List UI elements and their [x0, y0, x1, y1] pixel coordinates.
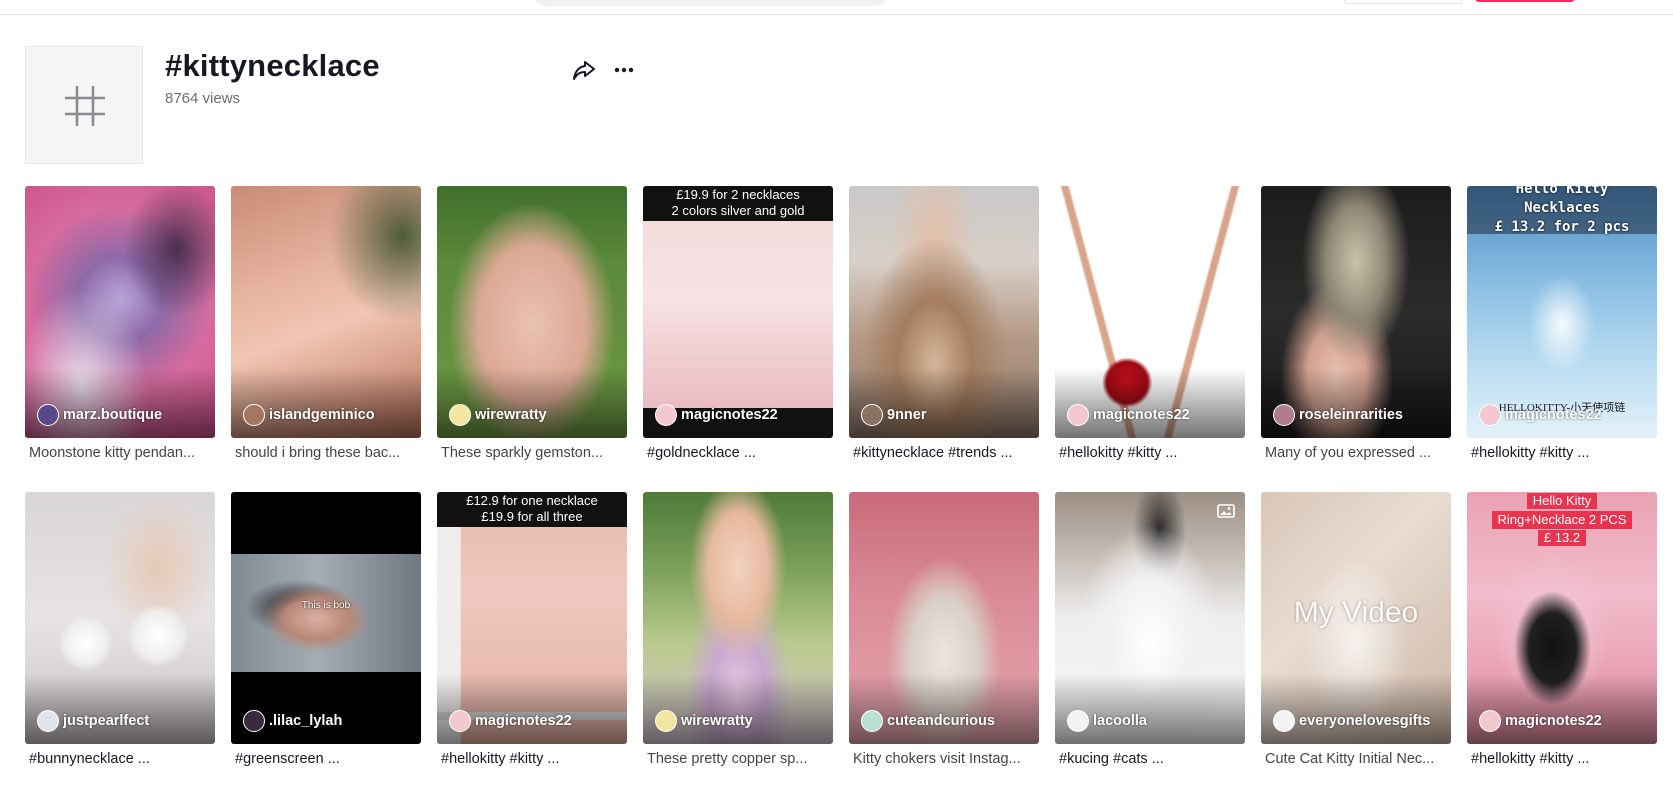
avatar [655, 710, 677, 732]
video-caption[interactable]: Cute Cat Kitty Initial Nec... [1265, 751, 1451, 767]
video-caption[interactable]: #kittynecklace #trends ... [853, 445, 1039, 461]
author-name[interactable]: magicnotes22 [1505, 713, 1602, 729]
overlay-text: My Video [1293, 596, 1419, 629]
avatar [861, 710, 883, 732]
avatar [243, 404, 265, 426]
author-name[interactable]: magicnotes22 [475, 713, 572, 729]
avatar [1273, 710, 1295, 732]
video-thumbnail[interactable]: Hello Kitty Ring+Necklace 2 PCS £ 13.2 m… [1467, 492, 1657, 744]
search-input[interactable] [532, 0, 888, 6]
video-thumbnail[interactable]: magicnotes22 [1055, 186, 1245, 438]
video-thumbnail[interactable]: lacoolla [1055, 492, 1245, 744]
share-button[interactable] [570, 56, 598, 84]
overlay-text: £19.9 for 2 necklaces [676, 187, 800, 202]
overlay-text: Ring+Necklace 2 PCS [1491, 511, 1633, 529]
avatar [1479, 710, 1501, 732]
video-thumbnail[interactable]: 9nner [849, 186, 1039, 438]
video-thumbnail[interactable]: roseleinrarities [1261, 186, 1451, 438]
more-options-button[interactable] [610, 56, 638, 84]
avatar [861, 404, 883, 426]
author-name[interactable]: magicnotes22 [681, 407, 778, 423]
overlay-text: This is bob [301, 600, 351, 611]
author-name[interactable]: justpearlfect [63, 713, 149, 729]
video-caption[interactable]: #hellokitty #kitty ... [1471, 445, 1657, 461]
share-icon [573, 61, 595, 80]
hashtag-icon [65, 86, 105, 126]
video-thumbnail[interactable]: marz.boutique [25, 186, 215, 438]
author-name[interactable]: 9nner [887, 407, 927, 423]
author-name[interactable]: magicnotes22 [1093, 407, 1190, 423]
video-caption[interactable]: These pretty copper sp... [647, 751, 833, 767]
overlay-text: Hello Kitty [1515, 186, 1609, 197]
author-name[interactable]: roseleinrarities [1299, 407, 1403, 423]
avatar [1273, 404, 1295, 426]
video-caption[interactable]: #hellokitty #kitty ... [1471, 751, 1657, 767]
more-icon [614, 67, 634, 73]
overlay-text: £ 13.2 [1537, 530, 1587, 546]
video-caption[interactable]: #greenscreen ... [235, 751, 421, 767]
overlay-text: £ 13.2 for 2 pcs [1494, 219, 1630, 235]
video-caption[interactable]: #hellokitty #kitty ... [1059, 445, 1245, 461]
video-thumbnail[interactable]: cuteandcurious [849, 492, 1039, 744]
video-caption[interactable]: #hellokitty #kitty ... [441, 751, 627, 767]
author-name[interactable]: wirewratty [681, 713, 753, 729]
avatar [655, 404, 677, 426]
photo-icon [1217, 504, 1235, 518]
video-caption[interactable]: These sparkly gemston... [441, 445, 627, 461]
author-name[interactable]: marz.boutique [63, 407, 162, 423]
hashtag-header: #kittynecklace 8764 views [25, 46, 925, 166]
video-thumbnail[interactable]: justpearlfect [25, 492, 215, 744]
author-name[interactable]: magicnotes22 [1505, 407, 1602, 423]
video-caption[interactable]: Many of you expressed ... [1265, 445, 1451, 461]
overlay-text: £12.9 for one necklace [466, 493, 598, 508]
top-navigation-bar [0, 0, 1673, 15]
video-caption[interactable]: #bunnynecklace ... [29, 751, 215, 767]
video-caption[interactable]: Moonstone kitty pendan... [29, 445, 215, 461]
video-caption[interactable]: should i bring these bac... [235, 445, 421, 461]
avatar [449, 404, 471, 426]
video-caption[interactable]: Kitty chokers visit Instag... [853, 751, 1039, 767]
video-caption[interactable]: #kucing #cats ... [1059, 751, 1245, 767]
avatar [1067, 404, 1089, 426]
video-thumbnail[interactable]: My Video everyonelovesgifts [1261, 492, 1451, 744]
avatar [243, 710, 265, 732]
author-name[interactable]: .lilac_lylah [269, 713, 342, 729]
overlay-text: Necklaces [1524, 200, 1600, 216]
overlay-text: Hello Kitty [1526, 493, 1598, 509]
overlay-text: £19.9 for all three [481, 509, 583, 524]
author-name[interactable]: wirewratty [475, 407, 547, 423]
video-caption[interactable]: #goldnecklace ... [647, 445, 833, 461]
avatar [37, 404, 59, 426]
author-name[interactable]: lacoolla [1093, 713, 1147, 729]
video-thumbnail[interactable]: This is bob .lilac_lylah [231, 492, 421, 744]
video-thumbnail[interactable]: islandgeminico [231, 186, 421, 438]
author-name[interactable]: cuteandcurious [887, 713, 995, 729]
video-thumbnail[interactable]: wirewratty [437, 186, 627, 438]
avatar [449, 710, 471, 732]
video-thumbnail[interactable]: wirewratty [643, 492, 833, 744]
view-count: 8764 views [165, 90, 241, 107]
video-thumbnail[interactable]: £12.9 for one necklace £19.9 for all thr… [437, 492, 627, 744]
overlay-text: 2 colors silver and gold [671, 203, 805, 218]
video-thumbnail[interactable]: Hello Kitty Necklaces £ 13.2 for 2 pcs H… [1467, 186, 1657, 438]
avatar [37, 710, 59, 732]
page-title: #kittynecklace [165, 48, 380, 83]
author-name[interactable]: islandgeminico [269, 407, 375, 423]
avatar [1479, 404, 1501, 426]
login-button[interactable] [1475, 0, 1575, 2]
video-thumbnail[interactable]: £19.9 for 2 necklaces 2 colors silver an… [643, 186, 833, 438]
upload-button[interactable] [1344, 0, 1462, 4]
author-name[interactable]: everyonelovesgifts [1299, 713, 1430, 729]
avatar [1067, 710, 1089, 732]
hashtag-avatar [25, 46, 143, 164]
